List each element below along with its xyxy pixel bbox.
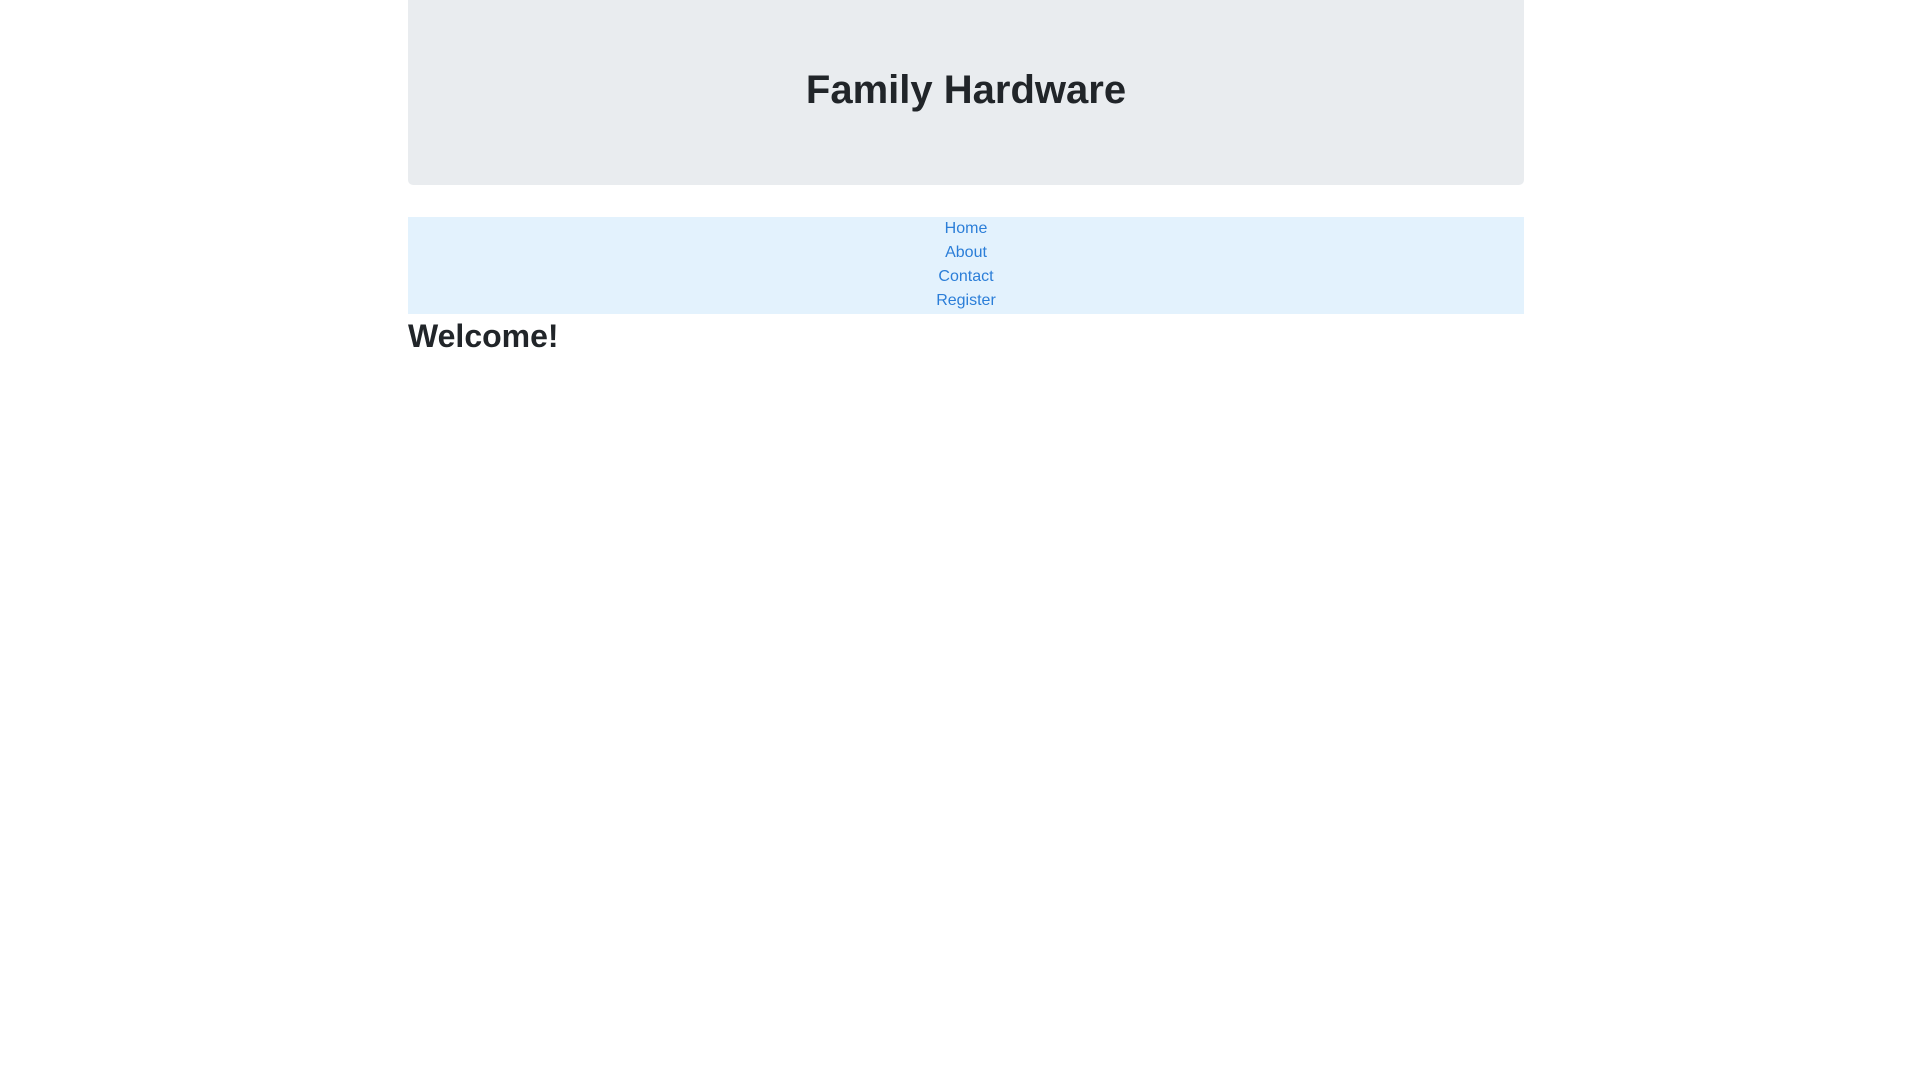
main-nav: Home About Contact Register (408, 217, 1524, 314)
nav-link-register[interactable]: Register (936, 289, 996, 313)
site-title: Family Hardware (805, 68, 1127, 112)
nav-link-about[interactable]: About (945, 241, 987, 265)
nav-link-contact[interactable]: Contact (938, 265, 993, 289)
site-header: Family Hardware (408, 0, 1524, 185)
welcome-heading: Welcome! (408, 318, 559, 354)
page-container: Family Hardware Home About Contact Regis… (408, 0, 1524, 356)
nav-link-home[interactable]: Home (945, 217, 988, 241)
